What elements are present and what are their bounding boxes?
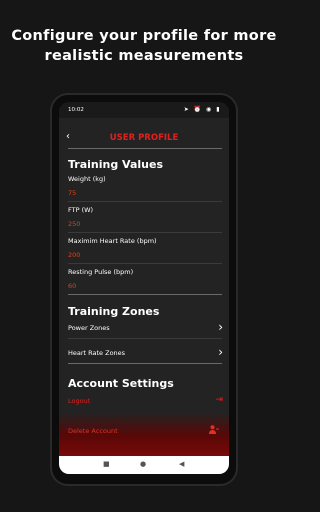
resting-pulse-label: Resting Pulse (bpm): [68, 268, 134, 276]
remove-user-icon: [209, 425, 219, 436]
resting-pulse-value[interactable]: 60: [68, 282, 76, 290]
promo-line-2: realistic measurements: [44, 48, 244, 64]
weight-label: Weight (kg): [68, 175, 106, 183]
divider: [68, 263, 222, 264]
weight-value[interactable]: 75: [68, 189, 76, 197]
section-account-settings: Account Settings: [68, 377, 174, 390]
power-zones-item[interactable]: Power Zones ›: [68, 320, 223, 335]
section-training-zones: Training Zones: [68, 305, 160, 318]
divider: [68, 201, 222, 202]
power-zones-label: Power Zones: [68, 324, 110, 332]
recents-square-icon[interactable]: ■: [103, 460, 110, 468]
max-heart-rate-value[interactable]: 200: [68, 251, 80, 259]
status-time: 10:02: [68, 107, 84, 113]
app-header: ‹ USER PROFILE: [59, 124, 229, 148]
page-title: USER PROFILE: [109, 133, 179, 143]
chevron-right-icon: ›: [218, 345, 223, 359]
max-heart-rate-label: Maximim Heart Rate (bpm): [68, 237, 157, 245]
status-icons: ➤ ⏰ ◉ ▮: [183, 106, 221, 113]
ftp-value[interactable]: 250: [68, 220, 80, 228]
ftp-label: FTP (W): [68, 206, 94, 214]
heart-rate-zones-label: Heart Rate Zones: [68, 349, 126, 357]
phone-frame: 10:02 ➤ ⏰ ◉ ▮ ‹ USER PROFILE Training Va…: [50, 93, 238, 486]
app-screen: 10:02 ➤ ⏰ ◉ ▮ ‹ USER PROFILE Training Va…: [59, 102, 229, 474]
divider: [68, 338, 222, 339]
divider: [68, 294, 222, 295]
divider: [68, 148, 222, 149]
status-bar: 10:02 ➤ ⏰ ◉ ▮: [59, 102, 229, 118]
home-circle-icon[interactable]: ●: [140, 460, 146, 468]
heart-rate-zones-item[interactable]: Heart Rate Zones ›: [68, 345, 223, 360]
delete-account-item[interactable]: Delete Account: [59, 412, 229, 456]
delete-account-label: Delete Account: [68, 427, 118, 435]
promo-headline: Configure your profile for more realisti…: [0, 26, 288, 66]
divider: [68, 363, 222, 364]
logout-item[interactable]: Logout ⇥: [68, 395, 223, 408]
logout-label: Logout: [68, 397, 91, 405]
promo-line-1: Configure your profile for more: [11, 28, 277, 44]
chevron-right-icon: ›: [218, 320, 223, 334]
divider: [68, 232, 222, 233]
back-triangle-icon[interactable]: ◀: [179, 460, 184, 468]
system-nav-bar: ■ ● ◀: [59, 456, 229, 474]
section-training-values: Training Values: [68, 158, 163, 171]
logout-icon: ⇥: [215, 395, 223, 405]
